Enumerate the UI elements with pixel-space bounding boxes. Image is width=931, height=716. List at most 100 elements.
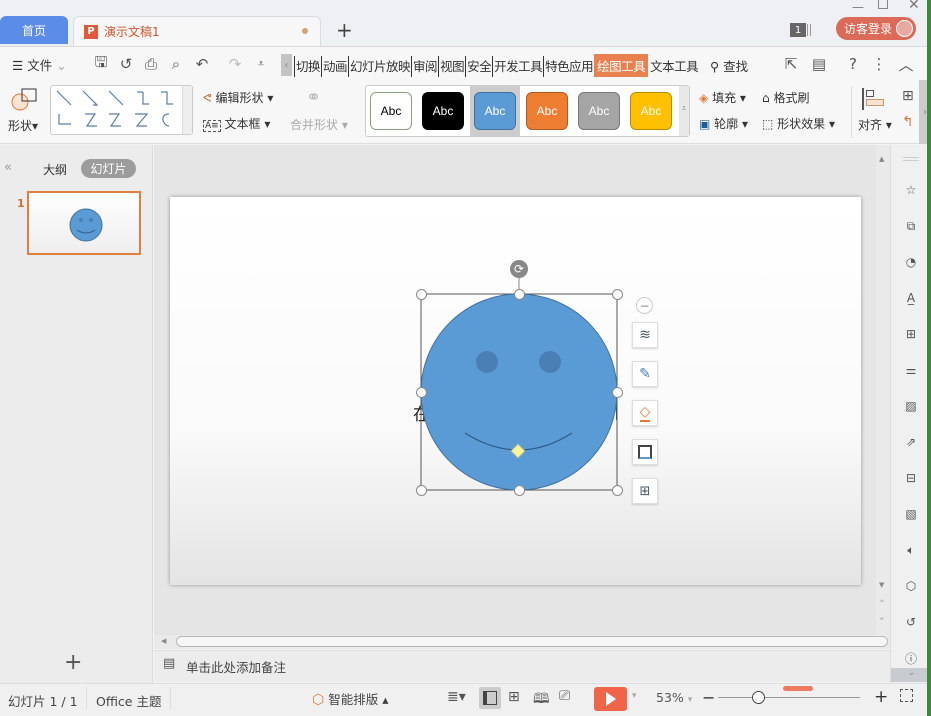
picture-gallery-icon[interactable]: ▨	[900, 395, 922, 417]
file-menu[interactable]: ☰ 文件 ⌄	[12, 55, 67, 74]
merge-shape-button[interactable]: 合并形状 ▾	[290, 116, 348, 133]
text-box-button[interactable]: A≡ 文本框 ▾	[203, 115, 270, 132]
close-button[interactable]: ✕	[908, 0, 920, 13]
fill-button[interactable]: ◈ 填充 ▾	[699, 89, 746, 106]
add-slide-button[interactable]: +	[64, 650, 82, 675]
tab-view[interactable]: 视图	[438, 56, 465, 77]
more-icon[interactable]: ⋮	[870, 55, 888, 73]
image-icon[interactable]: ▧	[900, 503, 922, 525]
zoom-slider-track[interactable]	[718, 697, 860, 698]
minimize-button[interactable]: —	[852, 0, 864, 14]
convert-icon[interactable]: ⧉	[900, 215, 922, 237]
edit-shape-button[interactable]: ᕙ 编辑形状 ▾	[203, 89, 273, 106]
help-icon[interactable]: ?	[844, 55, 862, 73]
normal-view-button[interactable]	[479, 687, 501, 709]
tab-drawing-tools[interactable]: 绘图工具	[594, 54, 649, 77]
comment-icon[interactable]: ▤	[810, 55, 828, 73]
slide-thumbnail[interactable]	[27, 191, 141, 255]
tab-review[interactable]: 审阅	[411, 56, 438, 77]
sidebar-expand-icon[interactable]: ⌄	[891, 668, 931, 682]
help-circle-icon[interactable]: ⓘ	[900, 647, 922, 669]
zoom-out-button[interactable]: −	[702, 688, 715, 707]
format-painter-icon[interactable]: ↺	[117, 55, 135, 73]
guest-login-button[interactable]: 访客登录	[836, 17, 916, 40]
zoom-in-button[interactable]: +	[874, 687, 888, 707]
notes-pane[interactable]: ▤ 单击此处添加备注	[154, 650, 890, 682]
group-icon[interactable]: ⊞	[902, 88, 914, 104]
format-painter-button[interactable]: ⌂ 格式刷	[762, 89, 809, 106]
gallery-scroll[interactable]	[182, 86, 192, 134]
resize-handle-n[interactable]	[514, 289, 525, 300]
archive-icon[interactable]: ⊟	[900, 467, 922, 489]
maximize-button[interactable]	[878, 0, 888, 9]
vertical-scrollbar[interactable]: ▲ ▼ ⏶ ⏷	[876, 145, 890, 635]
print-preview-icon[interactable]: ⌕	[167, 55, 185, 73]
layer-button[interactable]: ≋	[632, 322, 658, 348]
window-count-badge[interactable]: 1	[790, 23, 806, 37]
align-button[interactable]: 对齐 ▾	[858, 116, 892, 133]
tab-developer[interactable]: 开发工具	[492, 56, 543, 77]
resize-handle-se[interactable]	[612, 485, 623, 496]
style-sample-5[interactable]: Abc	[578, 92, 620, 130]
tab-transition[interactable]: 切换	[294, 56, 321, 77]
save-icon[interactable]: 🖫	[92, 53, 110, 73]
rotate-handle-icon[interactable]: ⟳	[510, 260, 528, 278]
share-icon[interactable]: ⇱	[782, 55, 800, 73]
tab-features[interactable]: 特色应用	[543, 56, 594, 77]
shapes-icon[interactable]: ◔	[900, 251, 922, 273]
resize-handle-s[interactable]	[514, 485, 525, 496]
style-brush-button[interactable]: ✎	[632, 361, 658, 387]
new-tab-button[interactable]: +	[336, 18, 353, 42]
scroll-down-icon[interactable]: ▼	[879, 581, 884, 589]
tab-security[interactable]: 安全	[465, 56, 492, 77]
collapse-float-toolbar-icon[interactable]: −	[636, 297, 653, 314]
tab-slideshow[interactable]: 幻灯片放映	[348, 56, 411, 77]
print-icon[interactable]: ⎙	[142, 55, 160, 73]
scroll-left-icon[interactable]: ◀	[161, 637, 166, 645]
play-options-chevron-icon[interactable]: ▾	[632, 691, 637, 701]
tab-outline[interactable]: 大纲	[43, 161, 67, 178]
style-sample-6[interactable]: Abc	[630, 92, 672, 130]
style-sample-4[interactable]: Abc	[526, 92, 568, 130]
shape-button[interactable]: 形状▾	[8, 86, 44, 134]
collapse-panel-icon[interactable]: «	[4, 160, 12, 175]
rotate-icon[interactable]: ↰	[902, 114, 914, 130]
tab-text-tools[interactable]: 文本工具	[648, 56, 700, 77]
reading-view-icon[interactable]: 🕮︎	[533, 688, 550, 712]
horizontal-scroll-thumb[interactable]	[176, 636, 888, 647]
tab-document[interactable]: P 演示文稿1	[73, 16, 321, 46]
history-icon[interactable]: ↺	[900, 611, 922, 633]
resize-handle-e[interactable]	[612, 387, 623, 398]
style-sample-1[interactable]: Abc	[370, 92, 412, 130]
scroll-up-icon[interactable]: ▲	[879, 155, 884, 163]
zoom-level[interactable]: 53% ▾	[656, 690, 692, 705]
undo-icon[interactable]: ↶	[193, 55, 211, 73]
text-style-icon[interactable]: A̲	[900, 287, 922, 309]
effects-star-icon[interactable]: ☆	[900, 179, 922, 201]
style-sample-3[interactable]: Abc	[474, 92, 516, 130]
search-button[interactable]: ⚲ 查找	[710, 56, 748, 75]
more-float-button[interactable]: ⊞	[632, 478, 658, 504]
play-slideshow-button[interactable]	[594, 687, 627, 711]
line-shapes-gallery[interactable]	[50, 85, 193, 135]
resize-handle-sw[interactable]	[416, 485, 427, 496]
tab-home[interactable]: 首页	[0, 16, 68, 44]
fit-window-icon[interactable]	[900, 689, 913, 702]
customize-toolbar-icon[interactable]: ⩡	[252, 55, 270, 73]
theme-name[interactable]: Office 主题	[96, 691, 161, 710]
outline-button[interactable]: ▣ 轮廓 ▾	[699, 115, 748, 132]
layout-grid-icon[interactable]: ⊞	[900, 323, 922, 345]
export-icon[interactable]: ⇗	[900, 431, 922, 453]
security-shield-icon[interactable]: ⬡	[900, 575, 922, 597]
smart-layout-button[interactable]: ⬡ 智能排版 ▴	[312, 689, 388, 708]
style-gallery-more[interactable]: ⩡	[679, 86, 689, 136]
resize-handle-ne[interactable]	[612, 289, 623, 300]
zoom-slider-thumb[interactable]	[752, 691, 765, 704]
redo-icon[interactable]: ↷	[226, 55, 244, 73]
fill-float-button[interactable]: ◇	[632, 400, 658, 426]
window-list-icon[interactable]	[807, 24, 811, 36]
shape-effects-button[interactable]: ⬚ 形状效果 ▾	[762, 115, 835, 132]
slide-sorter-icon[interactable]: ⊞	[508, 689, 520, 705]
style-sample-2[interactable]: Abc	[422, 92, 464, 130]
next-slide-icon[interactable]: ⏷	[879, 615, 885, 624]
